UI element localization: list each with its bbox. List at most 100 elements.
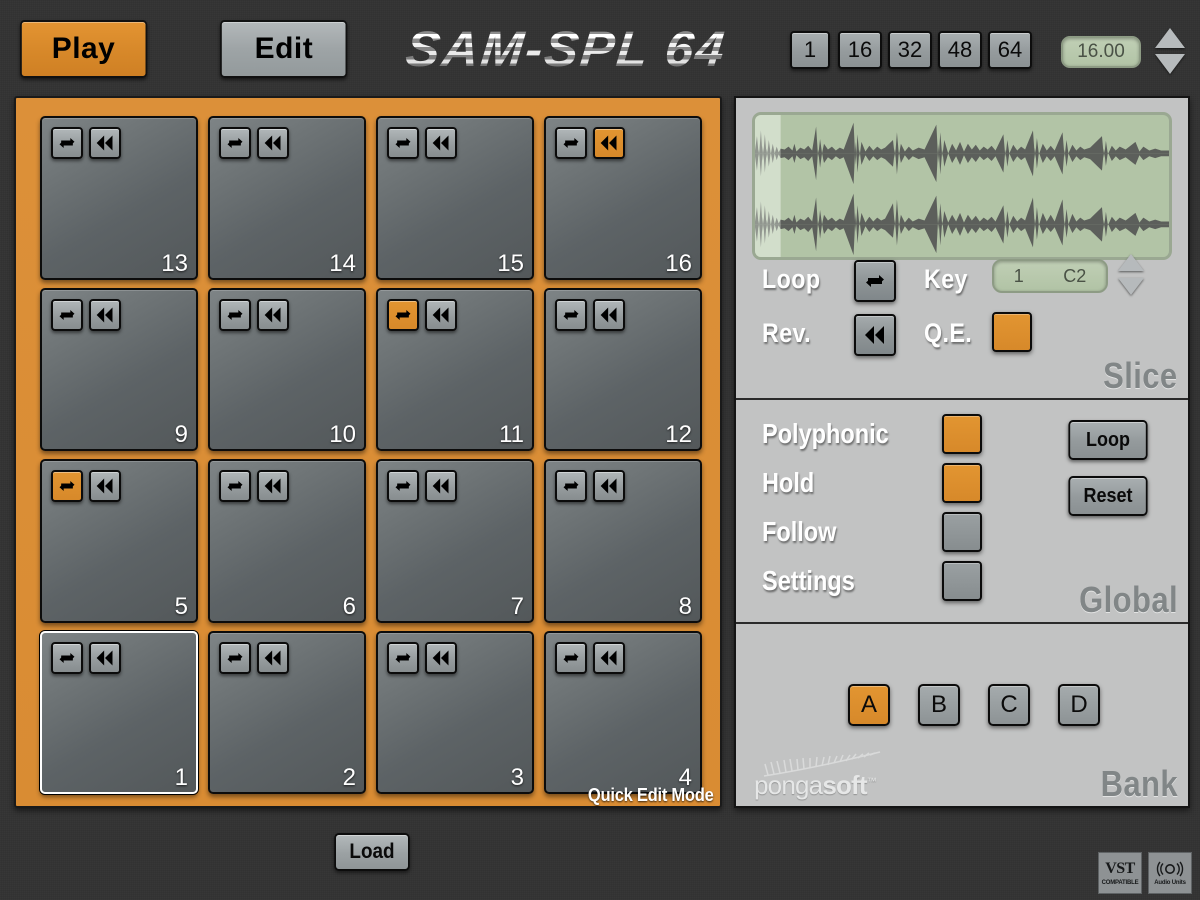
pad-6-loop-toggle[interactable]: [219, 470, 251, 502]
pad-7[interactable]: 7: [376, 459, 534, 623]
loop-icon: [225, 133, 245, 153]
pad-9-reverse-toggle[interactable]: [89, 299, 121, 331]
bank-button-A[interactable]: A: [848, 684, 890, 726]
load-button[interactable]: Load: [334, 833, 410, 871]
pad-5-loop-toggle[interactable]: [51, 470, 83, 502]
pad-13-loop-toggle[interactable]: [51, 127, 83, 159]
pad-13-reverse-toggle[interactable]: [89, 127, 121, 159]
pad-7-loop-toggle[interactable]: [387, 470, 419, 502]
reverse-icon: [95, 476, 115, 496]
slice-panel-title: Slice: [1104, 358, 1178, 394]
slice-count-button-48[interactable]: 48: [938, 31, 982, 69]
bank-button-B[interactable]: B: [918, 684, 960, 726]
pad-16[interactable]: 16: [544, 116, 702, 280]
global-reset-button[interactable]: Reset: [1068, 476, 1147, 516]
tempo-increment-icon[interactable]: [1155, 28, 1185, 48]
slice-count-button-32[interactable]: 32: [888, 31, 932, 69]
key-increment-icon[interactable]: [1118, 254, 1144, 271]
pad-12-loop-toggle[interactable]: [555, 299, 587, 331]
quick-edit-mode-label: Quick Edit Mode: [588, 786, 714, 804]
play-mode-button[interactable]: Play: [20, 20, 147, 78]
pad-4-reverse-toggle[interactable]: [593, 642, 625, 674]
key-decrement-icon[interactable]: [1118, 278, 1144, 295]
waveform-display[interactable]: [752, 112, 1172, 260]
pad-3[interactable]: 3: [376, 631, 534, 795]
pad-16-reverse-toggle[interactable]: [593, 127, 625, 159]
pad-15-loop-toggle[interactable]: [387, 127, 419, 159]
pad-5-reverse-toggle[interactable]: [89, 470, 121, 502]
slice-count-button-16[interactable]: 16: [838, 31, 882, 69]
app-title: SAM-SPL 64: [400, 18, 733, 80]
pad-10-loop-toggle[interactable]: [219, 299, 251, 331]
pad-1[interactable]: 1: [40, 631, 198, 795]
pad-2[interactable]: 2: [208, 631, 366, 795]
tempo-decrement-icon[interactable]: [1155, 54, 1185, 74]
pad-7-reverse-toggle[interactable]: [425, 470, 457, 502]
global-polyphonic-toggle[interactable]: [942, 414, 982, 454]
pad-10-reverse-toggle[interactable]: [257, 299, 289, 331]
bank-button-D[interactable]: D: [1058, 684, 1100, 726]
pad-15[interactable]: 15: [376, 116, 534, 280]
pad-4[interactable]: 4: [544, 631, 702, 795]
pad-9-loop-toggle[interactable]: [51, 299, 83, 331]
pad-14-loop-toggle[interactable]: [219, 127, 251, 159]
slice-qe-label: Q.E.: [924, 320, 972, 347]
pad-1-reverse-toggle[interactable]: [89, 642, 121, 674]
reverse-icon: [95, 133, 115, 153]
loop-icon: [57, 648, 77, 668]
pad-8[interactable]: 8: [544, 459, 702, 623]
global-loop-button[interactable]: Loop: [1068, 420, 1147, 460]
pad-9[interactable]: 9: [40, 288, 198, 452]
pad-number-label: 13: [161, 252, 188, 276]
pad-12[interactable]: 12: [544, 288, 702, 452]
global-follow-toggle[interactable]: [942, 512, 982, 552]
pad-6[interactable]: 6: [208, 459, 366, 623]
pad-grid: 13141516910111256781234: [40, 116, 702, 794]
bank-panel-title: Bank: [1101, 766, 1178, 802]
pad-number-label: 11: [499, 423, 524, 447]
pad-16-loop-toggle[interactable]: [555, 127, 587, 159]
reverse-icon: [263, 648, 283, 668]
pad-3-reverse-toggle[interactable]: [425, 642, 457, 674]
pad-11-reverse-toggle[interactable]: [425, 299, 457, 331]
pad-3-loop-toggle[interactable]: [387, 642, 419, 674]
pad-5[interactable]: 5: [40, 459, 198, 623]
slice-count-button-1[interactable]: 1: [790, 31, 830, 69]
slice-loop-button[interactable]: [854, 260, 896, 302]
slice-loop-label: Loop: [762, 266, 820, 293]
pad-2-reverse-toggle[interactable]: [257, 642, 289, 674]
reverse-icon: [431, 305, 451, 325]
global-settings-label: Settings: [762, 567, 855, 595]
slice-reverse-button[interactable]: [854, 314, 896, 356]
pad-1-loop-toggle[interactable]: [51, 642, 83, 674]
top-bar: Play Edit SAM-SPL 64 116324864 16.00: [0, 0, 1200, 90]
global-settings-toggle[interactable]: [942, 561, 982, 601]
tempo-display[interactable]: 16.00: [1061, 36, 1141, 68]
pad-11[interactable]: 11: [376, 288, 534, 452]
pad-11-loop-toggle[interactable]: [387, 299, 419, 331]
pad-4-loop-toggle[interactable]: [555, 642, 587, 674]
pad-10[interactable]: 10: [208, 288, 366, 452]
pad-2-loop-toggle[interactable]: [219, 642, 251, 674]
bank-button-C[interactable]: C: [988, 684, 1030, 726]
pad-number-label: 12: [665, 423, 692, 447]
global-hold-toggle[interactable]: [942, 463, 982, 503]
key-display[interactable]: 1 C2: [992, 259, 1108, 293]
pad-number-label: 5: [175, 595, 188, 619]
loop-icon: [863, 269, 887, 293]
reverse-icon: [95, 648, 115, 668]
pad-14-reverse-toggle[interactable]: [257, 127, 289, 159]
pad-6-reverse-toggle[interactable]: [257, 470, 289, 502]
pad-8-loop-toggle[interactable]: [555, 470, 587, 502]
edit-mode-button[interactable]: Edit: [220, 20, 347, 78]
pad-number-label: 15: [497, 252, 524, 276]
pad-13[interactable]: 13: [40, 116, 198, 280]
pad-8-reverse-toggle[interactable]: [593, 470, 625, 502]
slice-count-button-64[interactable]: 64: [988, 31, 1032, 69]
pad-number-label: 7: [511, 595, 524, 619]
quick-edit-toggle[interactable]: [992, 312, 1032, 352]
vst-compatible-badge: VST COMPATIBLE: [1098, 852, 1142, 894]
pad-12-reverse-toggle[interactable]: [593, 299, 625, 331]
pad-14[interactable]: 14: [208, 116, 366, 280]
pad-15-reverse-toggle[interactable]: [425, 127, 457, 159]
